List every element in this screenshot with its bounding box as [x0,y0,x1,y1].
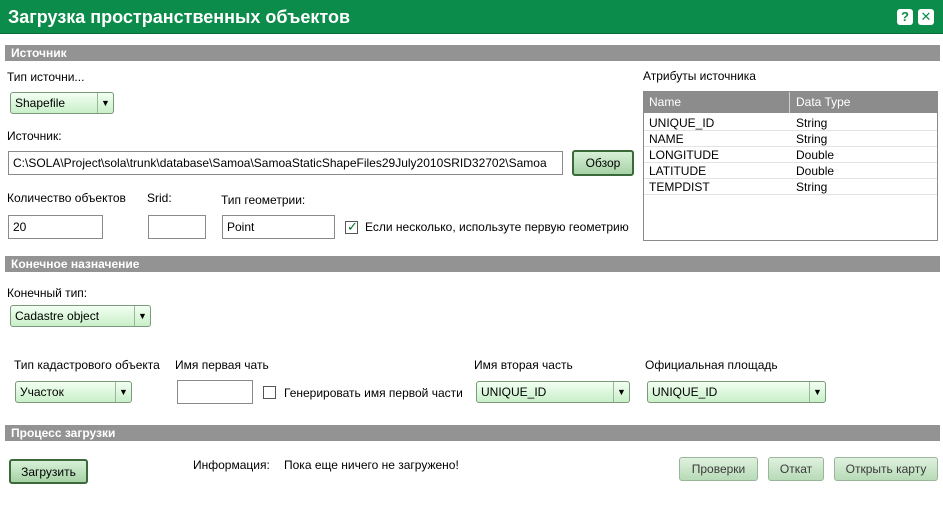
rollback-button[interactable]: Откат [768,457,824,481]
cadastre-type-select[interactable]: Участок ▼ [15,381,132,403]
column-divider [789,92,790,113]
attribute-name: NAME [649,132,684,146]
attribute-type: Double [796,164,835,178]
official-area-value: UNIQUE_ID [652,385,718,399]
attribute-type: String [796,116,828,130]
load-button[interactable]: Загрузить [9,459,88,484]
source-section-header: Источник [5,45,940,61]
count-label: Количество объектов [7,191,126,205]
target-section-header: Конечное назначение [5,256,940,272]
chevron-down-icon: ▼ [613,382,629,402]
first-part-input[interactable] [177,380,253,404]
source-type-select[interactable]: Shapefile ▼ [10,92,114,114]
first-geometry-checkbox-label: Если несколько, используте первую геомет… [365,220,629,234]
table-row[interactable]: LATITUDE Double [644,163,937,179]
attribute-type: String [796,180,828,194]
info-status-text: Пока еще ничего не загружено! [284,458,459,472]
first-part-label: Имя первая чать [175,358,269,372]
generate-first-part-label: Генерировать имя первой части [284,386,463,400]
source-label: Источник: [7,129,62,143]
official-area-label: Официальная площадь [645,358,778,372]
table-row[interactable]: NAME String [644,131,937,147]
attribute-name: UNIQUE_ID [649,116,715,130]
source-attributes-label: Атрибуты источника [643,69,756,83]
cadastre-type-value: Участок [20,385,64,399]
count-input[interactable]: 20 [8,215,103,239]
target-type-label: Конечный тип: [7,286,88,300]
target-type-value: Cadastre object [15,309,100,323]
browse-button[interactable]: Обзор [572,150,634,176]
chevron-down-icon: ▼ [809,382,825,402]
info-label: Информация: [193,458,270,472]
chevron-down-icon: ▼ [134,306,150,326]
geometry-type-label: Тип геометрии: [221,193,306,207]
process-section-header: Процесс загрузки [5,425,940,441]
second-part-value: UNIQUE_ID [481,385,547,399]
source-type-value: Shapefile [15,96,66,110]
srid-input[interactable] [148,215,206,239]
attribute-name: LONGITUDE [649,148,720,162]
column-header-name[interactable]: Name [649,95,681,109]
open-map-button[interactable]: Открыть карту [834,457,938,481]
geometry-type-input[interactable]: Point [222,215,335,239]
target-type-select[interactable]: Cadastre object ▼ [10,305,151,327]
cadastre-type-label: Тип кадастрового объекта [14,358,160,372]
chevron-down-icon: ▼ [115,382,131,402]
source-path-input[interactable]: C:\SOLA\Project\sola\trunk\database\Samo… [8,151,563,175]
official-area-select[interactable]: UNIQUE_ID ▼ [647,381,826,403]
source-type-label: Тип источни... [7,70,85,84]
window-titlebar: Загрузка пространственных объектов ? ✕ [0,0,943,34]
check-button[interactable]: Проверки [679,457,758,481]
attribute-type: Double [796,148,835,162]
column-header-data-type[interactable]: Data Type [796,95,850,109]
table-row[interactable]: LONGITUDE Double [644,147,937,163]
checkmark-icon: ✓ [347,219,358,234]
chevron-down-icon: ▼ [97,93,113,113]
generate-first-part-checkbox[interactable] [263,386,276,399]
table-row[interactable]: UNIQUE_ID String [644,115,937,131]
table-header: Name Data Type [644,92,937,113]
attribute-type: String [796,132,828,146]
second-part-label: Имя вторая часть [474,358,573,372]
help-icon[interactable]: ? [897,9,913,25]
table-row[interactable]: TEMPDIST String [644,179,937,195]
attribute-name: TEMPDIST [649,180,710,194]
source-attributes-table[interactable]: Name Data Type UNIQUE_ID String NAME Str… [643,91,938,241]
first-geometry-checkbox[interactable]: ✓ [345,219,358,234]
attribute-name: LATITUDE [649,164,707,178]
window-title: Загрузка пространственных объектов [8,7,351,27]
close-icon[interactable]: ✕ [918,9,934,25]
srid-label: Srid: [147,191,172,205]
second-part-select[interactable]: UNIQUE_ID ▼ [476,381,630,403]
